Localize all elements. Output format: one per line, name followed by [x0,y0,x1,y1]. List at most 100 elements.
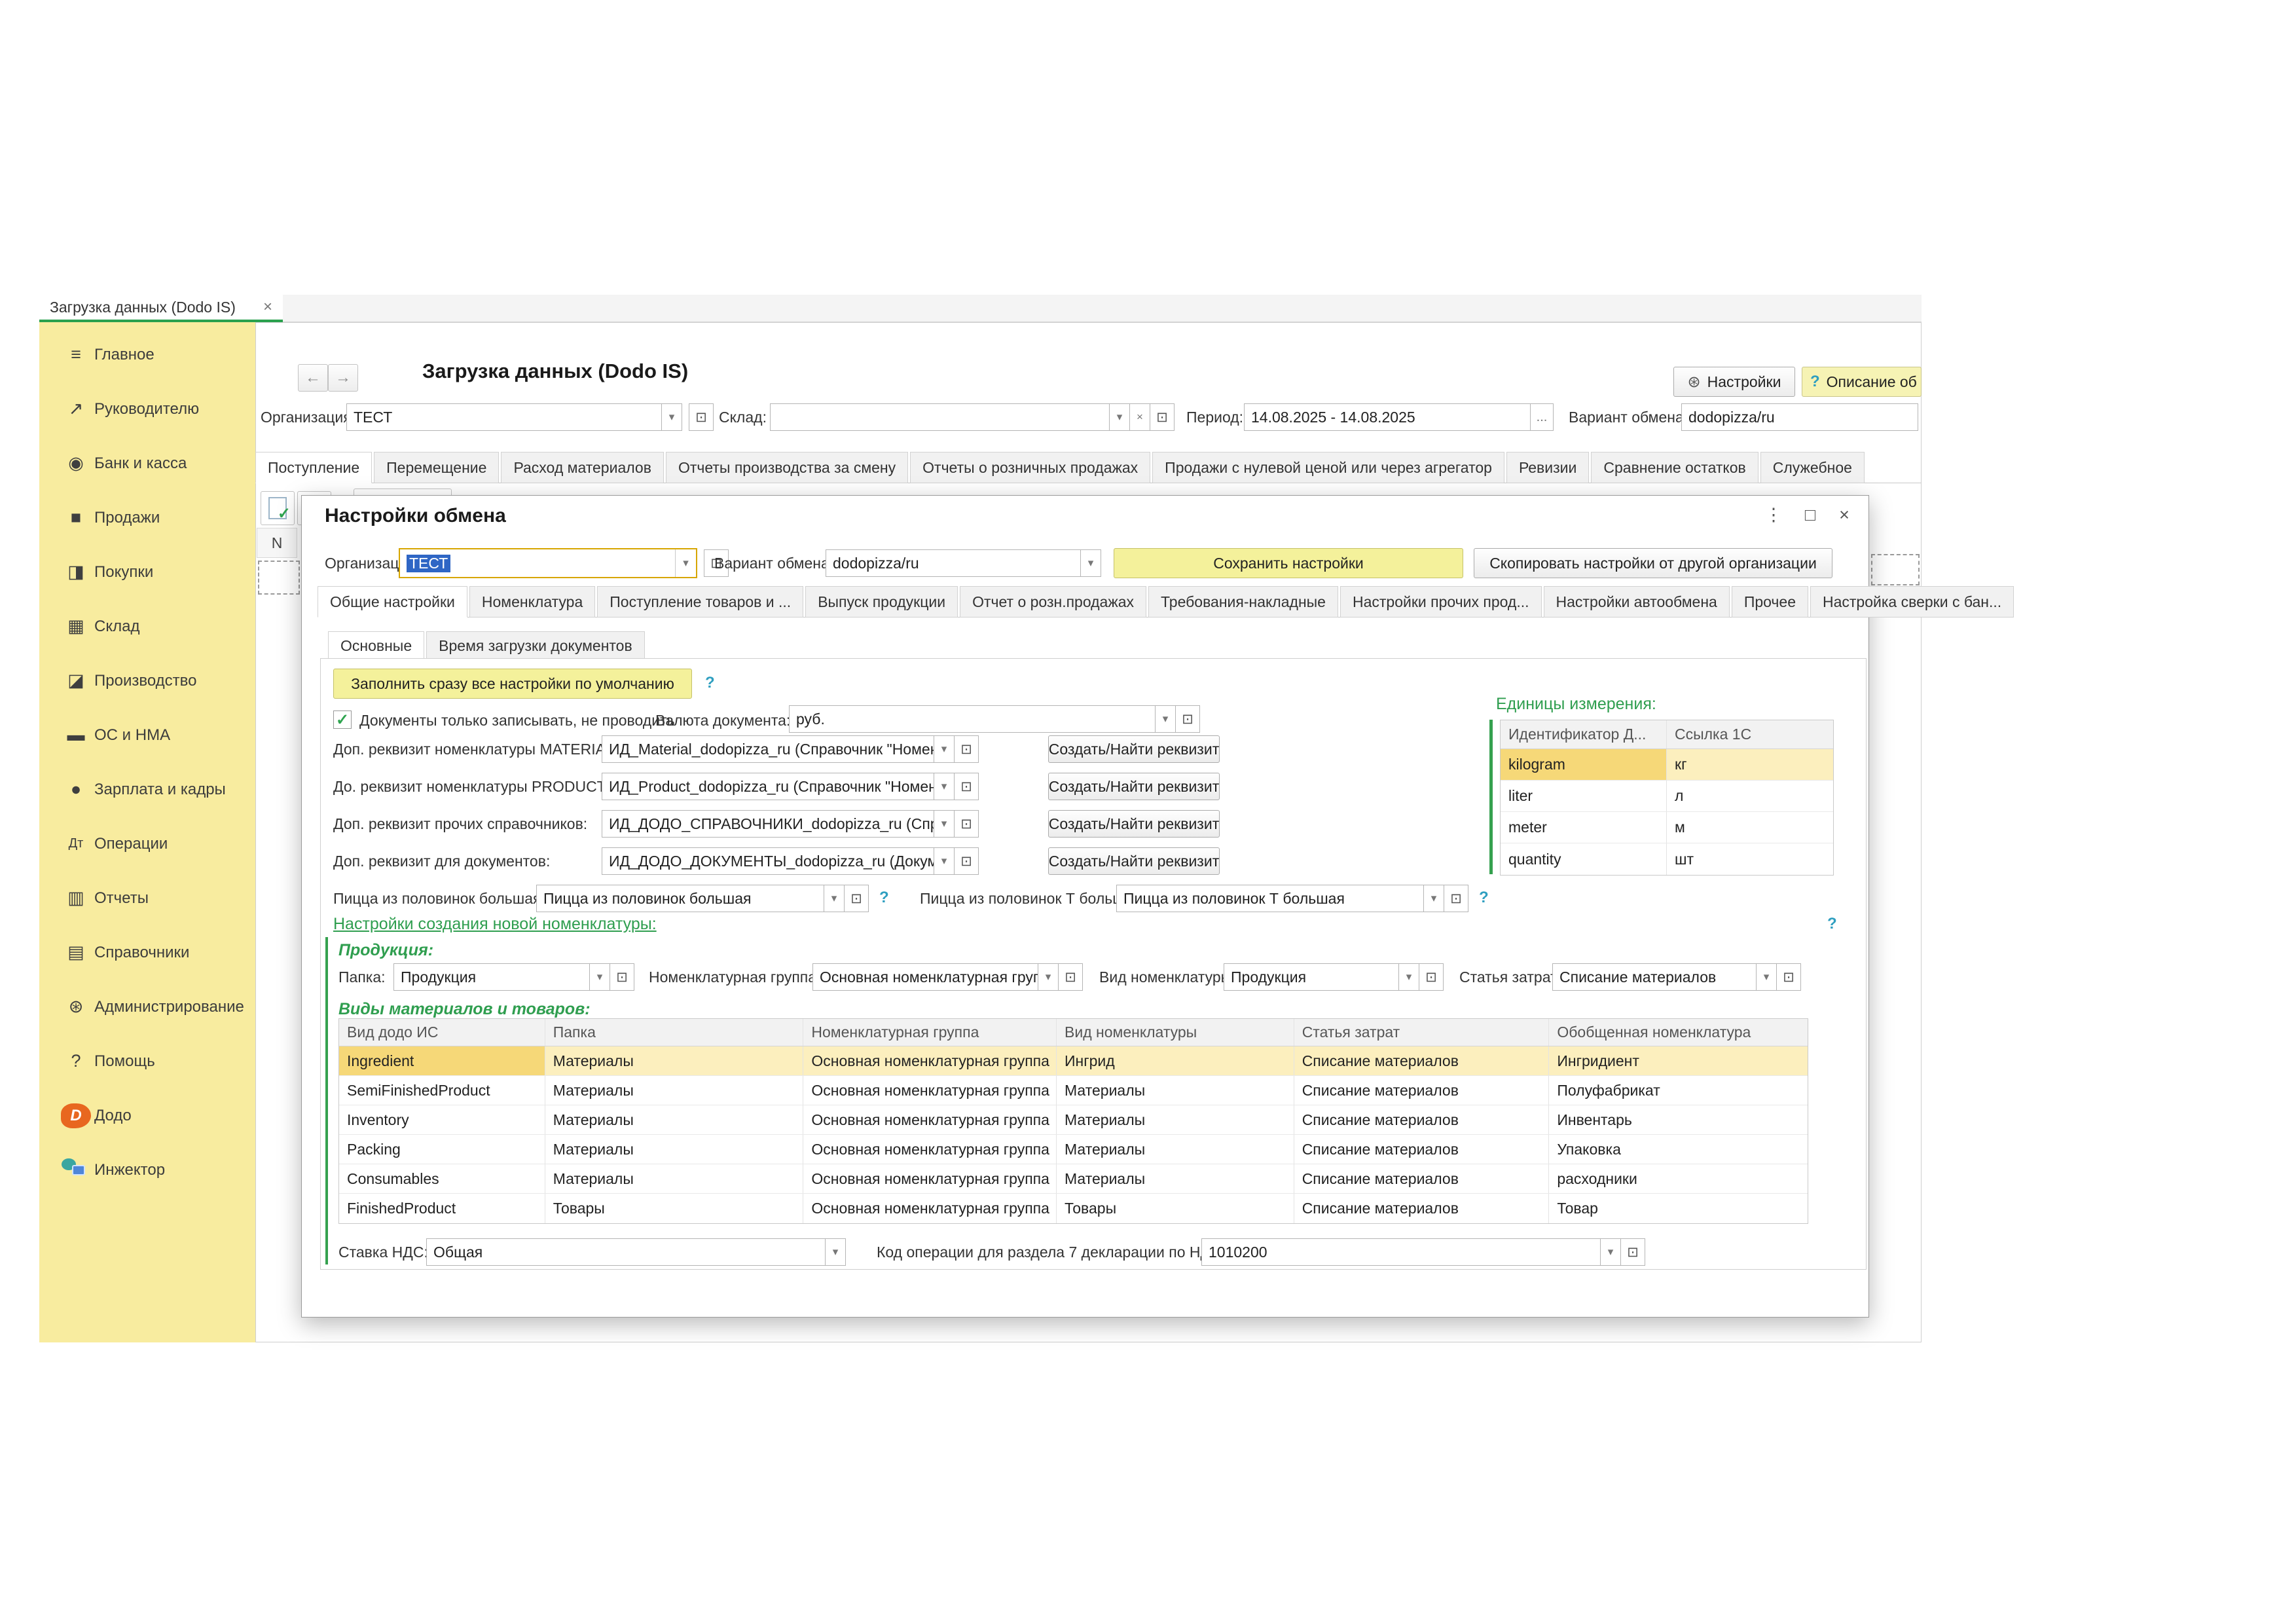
units-col2-header[interactable]: Ссылка 1С [1667,720,1833,748]
materials-row-semifinished[interactable]: SemiFinishedProduct Материалы Основная н… [339,1076,1808,1105]
post-document-button[interactable]: ✓ [261,491,295,525]
materials-cell[interactable]: Основная номенклатурная группа [803,1135,1057,1164]
clear-icon[interactable]: × [1129,403,1150,431]
write-only-checkbox[interactable]: ✓ [333,710,352,729]
pizza-half-t-value[interactable]: Пицца из половинок Т большая [1116,885,1424,912]
materials-cell[interactable]: Списание материалов [1294,1135,1550,1164]
open-link-icon[interactable]: ⊡ [689,403,714,431]
sidebar-item-prodazhi[interactable]: ■Продажи [39,490,255,545]
open-link-icon[interactable]: ⊡ [954,773,979,800]
fill-defaults-button[interactable]: Заполнить сразу все настройки по умолчан… [333,669,692,699]
description-button[interactable]: ? Описание об [1802,367,1922,397]
open-link-icon[interactable]: ⊡ [610,963,634,991]
org-filter-value[interactable]: ТЕСТ [346,403,662,431]
materials-cell[interactable]: SemiFinishedProduct [339,1076,545,1105]
org-filter-field[interactable]: ТЕСТ ▾ [346,403,682,431]
help-icon[interactable]: ? [1479,889,1489,907]
materials-cell[interactable]: Списание материалов [1294,1105,1550,1134]
chevron-down-icon[interactable]: ▾ [934,773,955,800]
materials-cell[interactable]: Списание материалов [1294,1076,1550,1105]
tab-sravnenie-ostatkov[interactable]: Сравнение остатков [1591,452,1758,483]
open-link-icon[interactable]: ⊡ [1444,885,1468,912]
chevron-down-icon[interactable]: ▾ [824,885,845,912]
dialog-org-field[interactable]: ТЕСТ ▾ [399,548,697,578]
materials-cell[interactable]: Упаковка [1549,1135,1808,1164]
sidebar-item-pokupki[interactable]: ◨Покупки [39,545,255,599]
help-icon[interactable]: ? [879,889,889,907]
units-cell[interactable]: quantity [1501,843,1667,875]
sidebar-item-proizvodstvo[interactable]: ◪Производство [39,654,255,708]
materials-row-ingredient[interactable]: Ingredient Материалы Основная номенклату… [339,1046,1808,1076]
nomenclature-group-value[interactable]: Основная номенклатурная груп [812,963,1038,991]
more-menu-icon[interactable]: ⋮ [1760,505,1787,525]
tab-prodazhi-s-nulevoy[interactable]: Продажи с нулевой ценой или через агрега… [1152,452,1504,483]
tab-otchety-o-roznichnyh[interactable]: Отчеты о розничных продажах [910,452,1150,483]
org-filter-open[interactable]: ⊡ [689,403,714,431]
new-nomenclature-heading[interactable]: Настройки создания новой номенклатуры: [333,915,657,934]
materials-cell[interactable]: Ингрид [1057,1046,1294,1075]
materials-cell[interactable]: Ingredient [339,1046,545,1075]
dtab-vypusk-produkcii[interactable]: Выпуск продукции [805,586,958,618]
chevron-down-icon[interactable]: ▾ [1155,705,1176,733]
sidebar-item-zarplata-i-kadry[interactable]: ●Зарплата и кадры [39,762,255,817]
cost-item-field[interactable]: Списание материалов ▾ ⊡ [1552,963,1801,991]
materials-cell[interactable]: Материалы [545,1105,804,1134]
materials-cell[interactable]: Списание материалов [1294,1164,1550,1193]
vat-rate-field[interactable]: Общая ▾ [426,1238,846,1266]
materials-cell[interactable]: расходники [1549,1164,1808,1193]
grid-n-column-header[interactable]: N [257,528,297,558]
materials-cell[interactable]: Inventory [339,1105,545,1134]
dtab-trebovaniya[interactable]: Требования-накладные [1148,586,1338,618]
materials-cell[interactable]: Товары [1057,1194,1294,1223]
copy-settings-button[interactable]: Скопировать настройки от другой организа… [1474,548,1832,578]
nomenclature-kind-field[interactable]: Продукция ▾ ⊡ [1224,963,1444,991]
materials-cell[interactable]: Packing [339,1135,545,1164]
dtab-postuplenie-tovarov[interactable]: Поступление товаров и ... [597,586,803,618]
pizza-half-value[interactable]: Пицца из половинок большая [536,885,824,912]
chevron-down-icon[interactable]: ▾ [934,847,955,875]
attr-docs-value[interactable]: ИД_ДОДО_ДОКУМЕНТЫ_dodopizza_ru (Документ… [602,847,934,875]
materials-col-header[interactable]: Статья затрат [1294,1019,1550,1046]
units-cell[interactable]: meter [1501,812,1667,843]
materials-cell[interactable]: Материалы [545,1135,804,1164]
dialog-exchange-value[interactable]: dodopizza/ru [826,549,1081,577]
open-link-icon[interactable]: ⊡ [844,885,869,912]
pizza-half-t-field[interactable]: Пицца из половинок Т большая ▾ ⊡ [1116,885,1468,912]
units-col1-header[interactable]: Идентификатор Д... [1501,720,1667,748]
tab-rashod-materialov[interactable]: Расход материалов [501,452,664,483]
settings-button[interactable]: ⊛ Настройки [1673,367,1795,397]
vat-rate-value[interactable]: Общая [426,1238,826,1266]
dialog-exchange-field[interactable]: dodopizza/ru ▾ [826,549,1101,577]
chevron-down-icon[interactable]: ▾ [1423,885,1444,912]
chevron-down-icon[interactable]: ▾ [1038,963,1059,991]
chevron-down-icon[interactable]: ▾ [1080,549,1101,577]
save-settings-button[interactable]: Сохранить настройки [1114,548,1463,578]
materials-cell[interactable]: Основная номенклатурная группа [803,1105,1057,1134]
chevron-down-icon[interactable]: ▾ [589,963,610,991]
units-cell[interactable]: кг [1667,749,1833,780]
sidebar-item-inzhektor[interactable]: Инжектор [39,1143,255,1197]
folder-value[interactable]: Продукция [393,963,590,991]
help-icon[interactable]: ? [705,674,715,692]
units-row-kilogram[interactable]: kilogram кг [1501,749,1833,781]
attr-docs-create-button[interactable]: Создать/Найти реквизит [1048,847,1220,875]
chevron-down-icon[interactable]: ▾ [825,1238,846,1266]
materials-cell[interactable]: Списание материалов [1294,1046,1550,1075]
open-link-icon[interactable]: ⊡ [1058,963,1083,991]
materials-col-header[interactable]: Папка [545,1019,804,1046]
units-row-meter[interactable]: meter м [1501,812,1833,843]
open-link-icon[interactable]: ⊡ [954,735,979,763]
chevron-down-icon[interactable]: ▾ [1398,963,1419,991]
materials-cell[interactable]: Основная номенклатурная группа [803,1076,1057,1105]
materials-cell[interactable]: Материалы [545,1046,804,1075]
open-link-icon[interactable]: ⊡ [1620,1238,1645,1266]
attr-refs-value[interactable]: ИД_ДОДО_СПРАВОЧНИКИ_dodopizza_ru (Справо… [602,810,934,838]
attr-docs-field[interactable]: ИД_ДОДО_ДОКУМЕНТЫ_dodopizza_ru (Документ… [602,847,979,875]
nomenclature-group-field[interactable]: Основная номенклатурная груп ▾ ⊡ [812,963,1083,991]
materials-cell[interactable]: Списание материалов [1294,1194,1550,1223]
sidebar-item-sklad[interactable]: ▦Склад [39,599,255,654]
open-link-icon[interactable]: ⊡ [1776,963,1801,991]
exchange-variant-field[interactable]: dodopizza/ru [1681,403,1918,431]
materials-cell[interactable]: Инвентарь [1549,1105,1808,1134]
materials-row-finishedproduct[interactable]: FinishedProduct Товары Основная номенкла… [339,1194,1808,1223]
